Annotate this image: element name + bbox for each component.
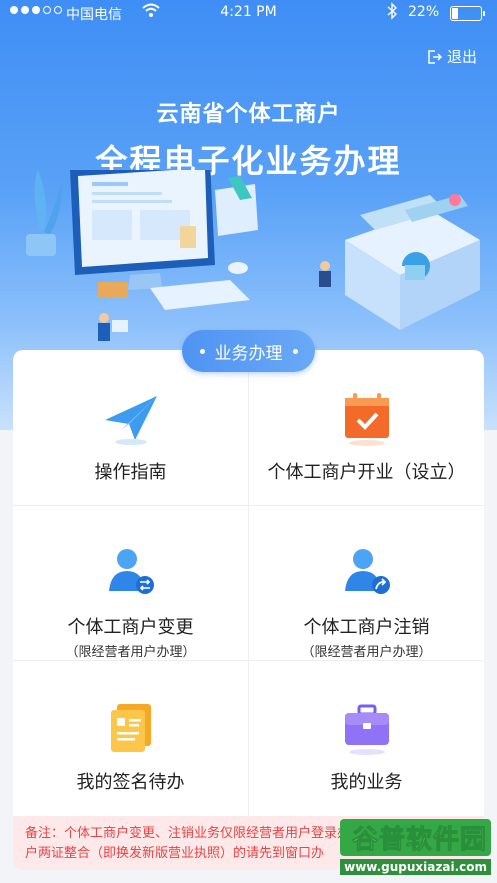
sign-document-icon (110, 704, 151, 752)
service-cancel[interactable]: 个体工商户注销 （限经营者用户办理） (249, 505, 484, 660)
battery-icon (450, 6, 485, 21)
dot-right-icon (292, 348, 298, 354)
watermark-brand: 谷普软件园 (340, 819, 491, 856)
user-cancel-icon (344, 549, 390, 594)
logout-label: 退出 (446, 48, 477, 66)
service-my-business[interactable]: 我的业务 (249, 660, 484, 815)
paper-plane-icon (104, 396, 157, 445)
service-open-business[interactable]: 个体工商户开业（设立） (249, 350, 484, 505)
calendar-check-icon (344, 393, 389, 446)
service-sublabel: （限经营者用户办理） (65, 645, 196, 660)
service-guide[interactable]: 操作指南 (13, 350, 248, 505)
section-label: 业务办理 (214, 343, 283, 364)
service-sublabel: （限经营者用户办理） (301, 645, 432, 660)
battery-percent: 22% (408, 4, 440, 20)
service-label: 个体工商户变更 (67, 617, 194, 638)
watermark-logo: 谷普软件园 www.gupuxiazai.com (340, 819, 491, 875)
logout-button[interactable]: 退出 (426, 46, 477, 67)
banner-title: 云南省个体工商户 (156, 102, 341, 127)
service-card: 操作指南 个体工商户开业（设立） 个体工商户变更 （限经营者用户办理） 个体工商… (13, 350, 484, 870)
service-label: 个体工商户注销 (303, 617, 430, 638)
service-label: 我的签名待办 (76, 772, 185, 793)
logout-icon (428, 49, 442, 64)
service-my-signatures[interactable]: 我的签名待办 (13, 660, 248, 815)
service-label: 个体工商户开业（设立） (267, 462, 466, 483)
section-badge: 业务办理 (182, 330, 315, 372)
briefcase-icon (344, 704, 389, 755)
status-bar: 中国电信 4:21 PM 22% (0, 0, 497, 26)
dot-left-icon (199, 348, 205, 354)
watermark-url: www.gupuxiazai.com (340, 859, 491, 875)
bluetooth-icon (386, 2, 398, 24)
service-label: 操作指南 (94, 462, 167, 483)
service-change[interactable]: 个体工商户变更 （限经营者用户办理） (13, 505, 248, 660)
service-label: 我的业务 (330, 772, 403, 793)
user-change-icon (108, 549, 154, 594)
